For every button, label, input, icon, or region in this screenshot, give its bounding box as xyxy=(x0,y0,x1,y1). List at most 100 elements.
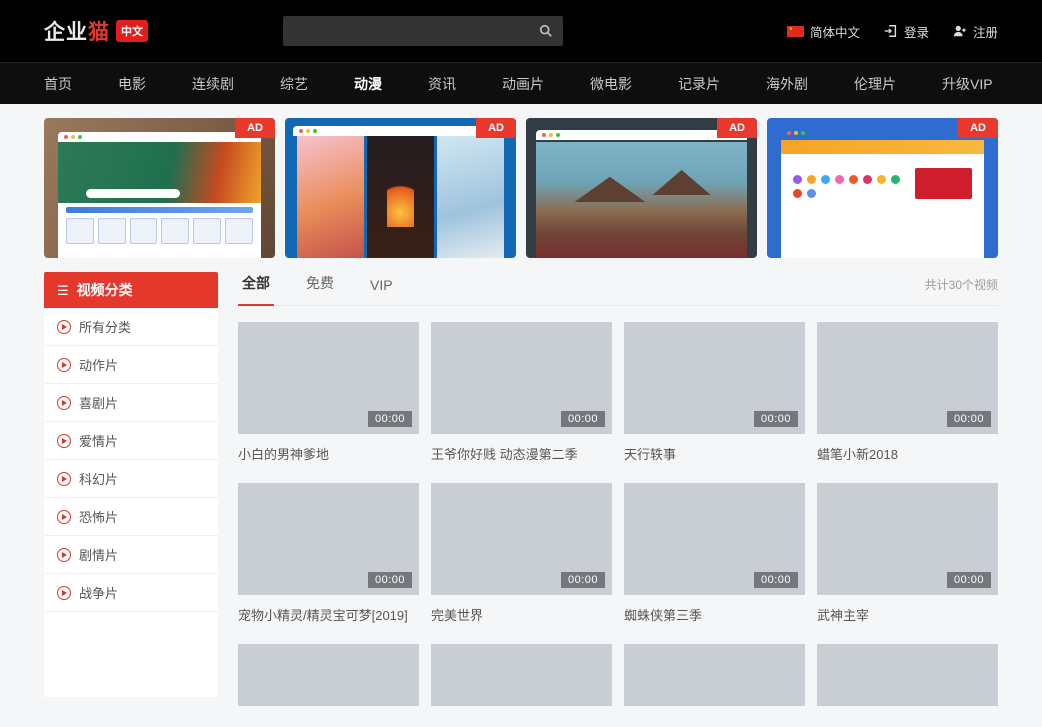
play-circle-icon xyxy=(57,510,71,524)
video-title[interactable]: 蜘蛛侠第三季 xyxy=(624,605,805,624)
video-title[interactable]: 蜡笔小新2018 xyxy=(817,444,998,463)
nav-item-overseas[interactable]: 海外剧 xyxy=(766,74,808,94)
video-thumbnail: 00:00 xyxy=(817,322,998,434)
main-area: ☰ 视频分类 所有分类 动作片 喜剧片 爱情片 科幻片 恐怖片 剧 xyxy=(0,258,1042,706)
sidebar-item-drama[interactable]: 剧情片 xyxy=(44,536,218,574)
video-card-partial[interactable] xyxy=(431,644,612,706)
login-link[interactable]: 登录 xyxy=(884,22,929,41)
video-thumbnail xyxy=(817,644,998,706)
sidebar-item-all-categories[interactable]: 所有分类 xyxy=(44,308,218,346)
ad2-screenshot-3 xyxy=(437,136,504,258)
sidebar-item-romance[interactable]: 爱情片 xyxy=(44,422,218,460)
nav-item-cartoon[interactable]: 动画片 xyxy=(502,74,544,94)
top-header: 企业 猫 中文 简体中文 登录 注册 xyxy=(0,0,1042,62)
search-button[interactable] xyxy=(529,16,563,46)
video-count: 共计30个视频 xyxy=(925,276,998,305)
user-plus-icon xyxy=(953,24,967,38)
nav-item-ethics[interactable]: 伦理片 xyxy=(854,74,896,94)
language-switch[interactable]: 简体中文 xyxy=(787,22,860,41)
nav-item-anime[interactable]: 动漫 xyxy=(354,74,382,94)
nav-item-upgrade-vip[interactable]: 升级VIP xyxy=(942,74,993,94)
ad-banner-4[interactable]: AD xyxy=(767,118,998,258)
sidebar-item-label: 动作片 xyxy=(79,355,118,374)
video-title[interactable]: 宠物小精灵/精灵宝可梦[2019] xyxy=(238,605,419,624)
sidebar-item-comedy[interactable]: 喜剧片 xyxy=(44,384,218,422)
nav-item-documentary[interactable]: 记录片 xyxy=(678,74,720,94)
video-card[interactable]: 00:00 蜡笔小新2018 xyxy=(817,322,998,483)
video-card[interactable]: 00:00 宠物小精灵/精灵宝可梦[2019] xyxy=(238,483,419,644)
tab-all[interactable]: 全部 xyxy=(238,273,274,305)
video-list-section: 全部 免费 VIP 共计30个视频 00:00 小白的男神爹地 00:00 王爷… xyxy=(238,272,998,706)
nav-item-microfilm[interactable]: 微电影 xyxy=(590,74,632,94)
ad-banner-1[interactable]: AD xyxy=(44,118,275,258)
video-card[interactable]: 00:00 完美世界 xyxy=(431,483,612,644)
sidebar-item-scifi[interactable]: 科幻片 xyxy=(44,460,218,498)
video-thumbnail: 00:00 xyxy=(238,483,419,595)
video-thumbnail xyxy=(624,644,805,706)
logo-text-white: 企业 xyxy=(44,16,88,46)
sidebar-item-action[interactable]: 动作片 xyxy=(44,346,218,384)
sidebar-item-label: 剧情片 xyxy=(79,545,118,564)
play-circle-icon xyxy=(57,358,71,372)
sidebar-item-label: 战争片 xyxy=(79,583,118,602)
ad2-screenshot-2 xyxy=(367,136,434,258)
video-thumbnail xyxy=(431,644,612,706)
ad3-titlebar xyxy=(536,130,747,140)
sidebar-item-war[interactable]: 战争片 xyxy=(44,574,218,612)
ad4-header-bar xyxy=(781,140,984,154)
sidebar-title: 视频分类 xyxy=(77,280,133,300)
video-card[interactable]: 00:00 蜘蛛侠第三季 xyxy=(624,483,805,644)
video-title[interactable]: 天行轶事 xyxy=(624,444,805,463)
sidebar-filler xyxy=(44,612,218,697)
sidebar-item-horror[interactable]: 恐怖片 xyxy=(44,498,218,536)
video-thumbnail: 00:00 xyxy=(624,322,805,434)
list-icon: ☰ xyxy=(57,284,69,297)
video-title[interactable]: 完美世界 xyxy=(431,605,612,624)
ad-badge: AD xyxy=(476,118,516,138)
video-card[interactable]: 00:00 小白的男神爹地 xyxy=(238,322,419,483)
nav-item-variety[interactable]: 综艺 xyxy=(280,74,308,94)
filter-tabs: 全部 免费 VIP 共计30个视频 xyxy=(238,272,998,306)
search-input[interactable] xyxy=(283,16,529,46)
duration-badge: 00:00 xyxy=(947,572,991,588)
video-thumbnail: 00:00 xyxy=(431,322,612,434)
ad-badge: AD xyxy=(235,118,275,138)
ad3-pagoda-roof xyxy=(574,177,646,203)
video-card[interactable]: 00:00 武神主宰 xyxy=(817,483,998,644)
search-bar xyxy=(283,16,563,46)
nav-item-news[interactable]: 资讯 xyxy=(428,74,456,94)
duration-badge: 00:00 xyxy=(561,411,605,427)
tab-vip[interactable]: VIP xyxy=(366,277,397,305)
play-circle-icon xyxy=(57,548,71,562)
video-card-partial[interactable] xyxy=(817,644,998,706)
video-card[interactable]: 00:00 天行轶事 xyxy=(624,322,805,483)
play-circle-icon xyxy=(57,586,71,600)
language-label: 简体中文 xyxy=(810,22,860,41)
play-circle-icon xyxy=(57,434,71,448)
category-sidebar: ☰ 视频分类 所有分类 动作片 喜剧片 爱情片 科幻片 恐怖片 剧 xyxy=(44,272,218,697)
register-link[interactable]: 注册 xyxy=(953,22,998,41)
nav-item-series[interactable]: 连续剧 xyxy=(192,74,234,94)
video-thumbnail: 00:00 xyxy=(238,322,419,434)
duration-badge: 00:00 xyxy=(754,572,798,588)
tab-free[interactable]: 免费 xyxy=(302,273,338,305)
ad4-app-icons xyxy=(793,175,905,198)
site-logo[interactable]: 企业 猫 中文 xyxy=(44,16,148,46)
video-card-partial[interactable] xyxy=(624,644,805,706)
video-card[interactable]: 00:00 王爷你好贱 动态漫第二季 xyxy=(431,322,612,483)
video-title[interactable]: 武神主宰 xyxy=(817,605,998,624)
login-icon xyxy=(884,24,898,38)
china-flag-icon xyxy=(787,26,804,37)
video-card-partial[interactable] xyxy=(238,644,419,706)
sidebar-item-label: 喜剧片 xyxy=(79,393,118,412)
nav-item-home[interactable]: 首页 xyxy=(44,74,72,94)
video-title[interactable]: 王爷你好贱 动态漫第二季 xyxy=(431,444,612,463)
ad-banner-row: AD AD AD xyxy=(0,104,1042,258)
nav-item-movies[interactable]: 电影 xyxy=(118,74,146,94)
ad4-page xyxy=(781,140,984,258)
search-icon xyxy=(539,24,553,38)
ad-banner-2[interactable]: AD xyxy=(285,118,516,258)
ad4-titlebar xyxy=(781,128,984,138)
video-title[interactable]: 小白的男神爹地 xyxy=(238,444,419,463)
ad-banner-3[interactable]: AD xyxy=(526,118,757,258)
